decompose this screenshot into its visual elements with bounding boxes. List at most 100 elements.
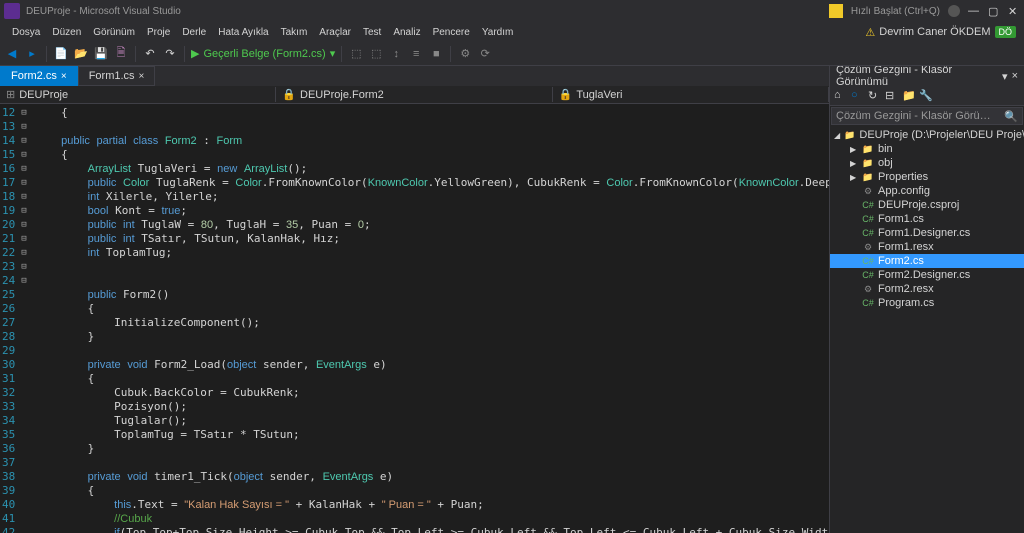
redo-button[interactable]: ↷ [162,46,178,62]
window-title: DEUProje - Microsoft Visual Studio [26,6,181,17]
tree-item-obj[interactable]: ▶📁obj [830,156,1024,170]
tool-btn-5[interactable]: ■ [428,46,444,62]
tree-item-Form1-Designer-cs[interactable]: C#Form1.Designer.cs [830,226,1024,240]
editor-area: Form2.cs× Form1.cs × ⊞DEUProje🔒DEUProje.Fo… [0,66,829,533]
warning-icon: ⚠ [865,26,875,39]
undo-button[interactable]: ↶ [142,46,158,62]
menu-düzen[interactable]: Düzen [46,25,87,40]
se-dropdown-icon[interactable]: ▾ [1002,70,1008,83]
se-home-button[interactable]: ⌂ [834,89,848,103]
menu-analiz[interactable]: Analiz [387,25,426,40]
se-search[interactable]: Çözüm Gezgini - Klasör Görünümü İçinde A… [831,107,1023,125]
expand-icon[interactable]: ▶ [850,159,858,168]
tree-item-Form2-resx[interactable]: ⚙Form2.resx [830,282,1024,296]
tree-label: DEUProje.csproj [878,199,959,211]
open-button[interactable]: 📂 [73,46,89,62]
quick-launch[interactable]: Hızlı Başlat (Ctrl+Q) [851,6,940,17]
toolbar: ◀ ▸ 📄 📂 💾 🗎 ↶ ↷ ▶ Geçerli Belge (Form2.c… [0,42,1024,66]
user-name: Devrim Caner ÖKDEM [879,26,990,38]
tool-btn-3[interactable]: ↕ [388,46,404,62]
nav-forward-button[interactable]: ▸ [24,46,40,62]
tool-btn-1[interactable]: ⬚ [348,46,364,62]
menu-yardım[interactable]: Yardım [476,25,520,40]
minimize-button[interactable]: — [968,5,980,17]
user-avatar-icon[interactable] [948,5,960,17]
se-collapse-button[interactable]: ⊟ [885,89,899,103]
tree-label: Form2.cs [878,255,924,267]
solution-icon: 📁 [844,129,855,141]
solution-explorer: Çözüm Gezgini - Klasör Görünümü ▾ × ⌂ ○ … [829,66,1024,533]
save-button[interactable]: 💾 [93,46,109,62]
tree-item-Form2-cs[interactable]: C# Form2.cs [830,254,1024,268]
new-button[interactable]: 📄 [53,46,69,62]
tree-item-Form2-Designer-cs[interactable]: C#Form2.Designer.cs [830,268,1024,282]
tree-item-Form1-cs[interactable]: C#Form1.cs [830,212,1024,226]
code-navbar: ⊞DEUProje🔒DEUProje.Form2🔒TuglaVeri [0,86,829,104]
tree-label: Form1.resx [878,241,934,253]
notification-icon[interactable] [829,4,843,18]
se-props-button[interactable]: 🔧 [919,89,933,103]
search-icon: 🔍 [1004,110,1018,123]
maximize-button[interactable]: ▢ [988,5,1000,17]
menu-proje[interactable]: Proje [141,25,176,40]
se-back-button[interactable]: ○ [851,89,865,103]
main-area: Form2.cs×Form1.cs× ⊞DEUProje🔒DEUProje.Fo… [0,66,1024,533]
tree-item-DEUProje-csproj[interactable]: C#DEUProje.csproj [830,198,1024,212]
menu-hata ayıkla[interactable]: Hata Ayıkla [212,25,274,40]
menu-takım[interactable]: Takım [275,25,314,40]
dropdown-icon: ▾ [330,47,336,60]
menubar: DosyaDüzenGörünümProjeDerleHata AyıklaTa… [0,22,1024,42]
cfg-icon: ⚙ [862,241,874,253]
se-title-text: Çözüm Gezgini - Klasör Görünümü [836,66,1002,88]
cs-icon: C# [862,255,874,267]
lock-icon: 🔒 [282,88,296,101]
tree-root[interactable]: ◢📁DEUProje (D:\Projeler\DEU Proje\DEUPro… [830,128,1024,142]
nav-dropdown-0[interactable]: ⊞DEUProje [0,87,276,102]
se-showall-button[interactable]: 📁 [902,89,916,103]
menu-derle[interactable]: Derle [176,25,212,40]
tool-btn-2[interactable]: ⬚ [368,46,384,62]
nav-label: TuglaVeri [576,89,622,101]
menu-test[interactable]: Test [357,25,387,40]
cs-icon: C# [862,297,874,309]
tab-close-icon[interactable]: × [139,71,145,82]
tab-Form1-cs[interactable]: Form1.cs × [78,66,156,86]
close-button[interactable]: ✕ [1008,5,1020,17]
user-badge: DÖ [995,26,1017,38]
menu-pencere[interactable]: Pencere [427,25,476,40]
tab-Form2-cs[interactable]: Form2.cs× [0,66,78,86]
code-content[interactable]: { public partial class Form2 : Form { Ar… [27,104,829,533]
user-section[interactable]: ⚠ Devrim Caner ÖKDEM DÖ [865,26,1024,39]
tab-label: Form1.cs [89,70,135,82]
tab-close-icon[interactable]: × [61,71,67,82]
nav-dropdown-2[interactable]: 🔒TuglaVeri [553,87,829,102]
start-button[interactable]: ▶ Geçerli Belge (Form2.cs) ▾ [191,47,335,60]
tree-item-App-config[interactable]: ⚙ App.config [830,184,1024,198]
tool-btn-6[interactable]: ⚙ [457,46,473,62]
save-all-button[interactable]: 🗎 [113,46,129,62]
tool-btn-4[interactable]: ≡ [408,46,424,62]
menu-dosya[interactable]: Dosya [6,25,46,40]
cfg-icon: ⚙ [862,185,874,197]
tool-btn-7[interactable]: ⟳ [477,46,493,62]
code-editor[interactable]: 12 13 14 15 16 17 18 19 20 21 22 23 24 2… [0,104,829,533]
expand-icon[interactable]: ◢ [834,131,840,140]
tree-item-Properties[interactable]: ▶📁Properties [830,170,1024,184]
se-sync-button[interactable]: ↻ [868,89,882,103]
tree-label: App.config [878,185,930,197]
document-tabs: Form2.cs× Form1.cs × [0,66,829,86]
tree-item-bin[interactable]: ▶📁bin [830,142,1024,156]
tree-item-Form1-resx[interactable]: ⚙ Form1.resx [830,240,1024,254]
start-label: Geçerli Belge (Form2.cs) [203,48,325,60]
nav-label: DEUProje [19,89,68,101]
expand-icon[interactable]: ▶ [850,145,858,154]
nav-dropdown-1[interactable]: 🔒DEUProje.Form2 [276,87,552,102]
menu-araçlar[interactable]: Araçlar [313,25,357,40]
fold-icon: 📁 [862,171,874,183]
expand-icon[interactable]: ▶ [850,173,858,182]
nav-back-button[interactable]: ◀ [4,46,20,62]
tree-item-Program-cs[interactable]: C#Program.cs [830,296,1024,310]
solution-tree[interactable]: ◢📁DEUProje (D:\Projeler\DEU Proje\DEUPro… [830,126,1024,533]
menu-görünüm[interactable]: Görünüm [87,25,141,40]
se-close-icon[interactable]: × [1012,70,1018,83]
